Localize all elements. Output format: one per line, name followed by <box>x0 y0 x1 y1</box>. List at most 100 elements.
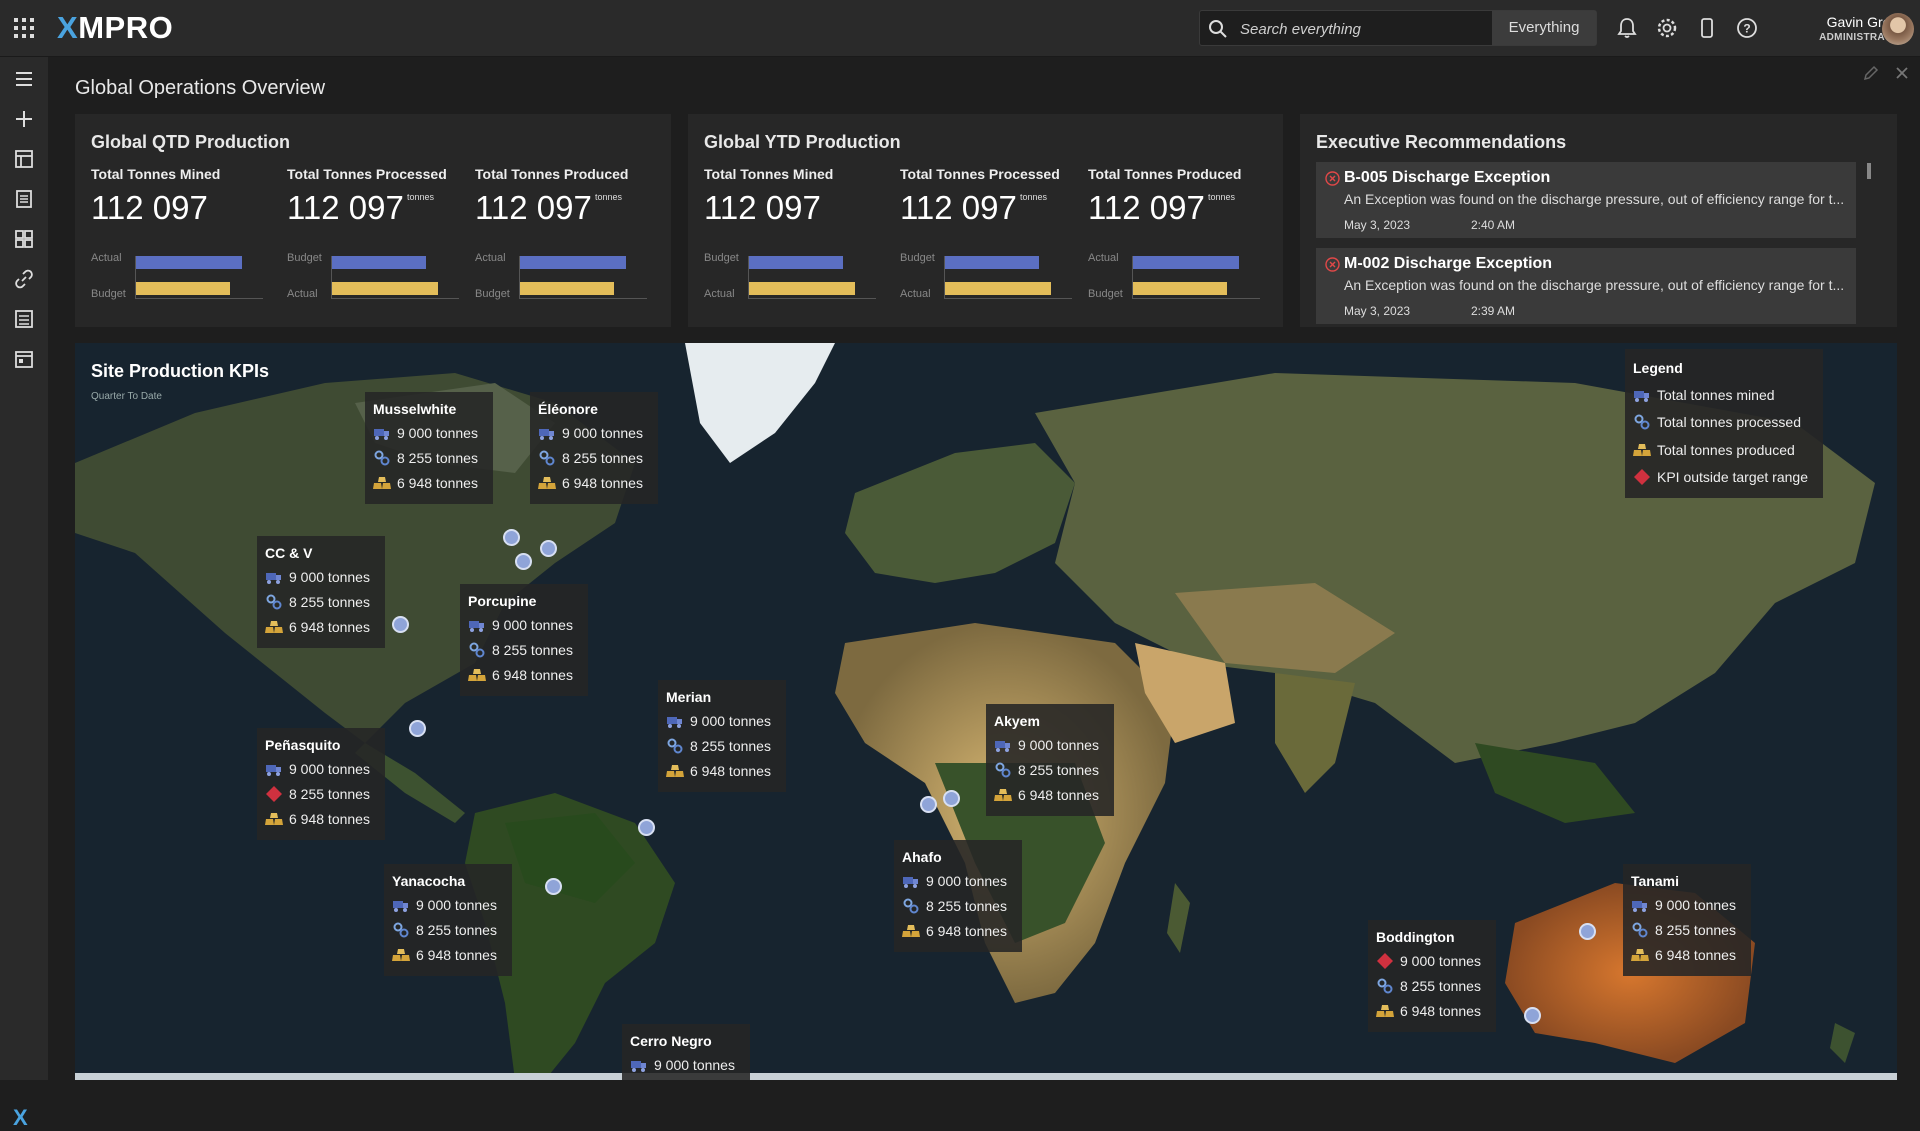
site-name: Yanacocha <box>392 873 466 889</box>
ytd-production-panel: Global YTD Production Total Tonnes Mined… <box>688 114 1283 327</box>
scrollbar-thumb[interactable] <box>1867 163 1871 179</box>
site-marker[interactable] <box>545 878 562 895</box>
site-card[interactable]: Merian 9 000 tonnes 8 255 tonnes 6 948 tonn… <box>658 680 786 792</box>
site-marker[interactable] <box>503 529 520 546</box>
site-card[interactable]: Tanami 9 000 tonnes 8 255 tonnes 6 948 tonn… <box>1623 864 1751 976</box>
executive-recommendations-panel: Executive Recommendations B-005 Discharg… <box>1300 114 1897 327</box>
avatar[interactable] <box>1882 13 1914 45</box>
gears-icon <box>995 762 1011 778</box>
gear-icon[interactable] <box>1656 17 1678 39</box>
site-name: Éléonore <box>538 401 598 417</box>
add-icon[interactable] <box>13 108 35 130</box>
bar-baseline <box>331 298 459 299</box>
kpi-bar-chart: Budget Actual <box>900 252 1072 304</box>
bar-label: Budget <box>287 252 322 264</box>
site-value: 8 255 tonnes <box>562 450 643 466</box>
search-scope-dropdown[interactable]: Everything <box>1492 11 1596 45</box>
gold-bars-icon <box>666 765 684 777</box>
site-marker[interactable] <box>1524 1007 1541 1024</box>
bell-icon[interactable] <box>1616 17 1638 39</box>
kpi-value: 112 097 <box>287 189 404 226</box>
bar-label: Actual <box>1088 252 1119 264</box>
site-marker[interactable] <box>392 616 409 633</box>
site-value: 9 000 tonnes <box>397 425 478 441</box>
app-grid-icon[interactable] <box>14 18 34 38</box>
recommendation-date: May 3, 2023 <box>1344 304 1411 318</box>
truck-icon <box>1634 391 1649 402</box>
recommendations-list[interactable]: B-005 Discharge Exception An Exception w… <box>1300 162 1897 325</box>
recommendation-description: An Exception was found on the discharge … <box>1344 191 1845 207</box>
site-card[interactable]: Boddington 9 000 tonnes 8 255 tonnes 6 948 … <box>1368 920 1496 1032</box>
site-card[interactable]: Porcupine 9 000 tonnes 8 255 tonnes 6 948 t… <box>460 584 588 696</box>
hamburger-menu-icon[interactable] <box>13 68 35 90</box>
site-value: 9 000 tonnes <box>1400 953 1481 969</box>
xmpro-x-logo[interactable]: X <box>13 1105 28 1131</box>
site-marker[interactable] <box>409 720 426 737</box>
search-input[interactable] <box>1240 19 1480 39</box>
gold-bars-icon <box>538 477 556 489</box>
site-marker[interactable] <box>515 553 532 570</box>
xmpro-logo[interactable]: XMPRO <box>57 10 173 46</box>
site-map[interactable]: Site Production KPIs Quarter To Date Mus… <box>75 343 1897 1080</box>
site-value: 8 255 tonnes <box>416 922 497 938</box>
site-name: Merian <box>666 689 712 705</box>
site-card[interactable]: Musselwhite 9 000 tonnes 8 255 tonnes 6 948… <box>365 392 493 504</box>
site-marker[interactable] <box>1579 923 1596 940</box>
site-name: Ahafo <box>902 849 942 865</box>
bar-budget <box>945 256 1039 269</box>
site-card[interactable]: Akyem 9 000 tonnes 8 255 tonnes 6 948 tonne… <box>986 704 1114 816</box>
bar-actual <box>1133 256 1239 269</box>
logo-wordmark: MPRO <box>78 10 174 45</box>
map-title: Site Production KPIs <box>91 361 270 381</box>
recommendation-item[interactable]: M-002 Discharge Exception An Exception w… <box>1316 248 1856 324</box>
gears-icon <box>903 898 919 914</box>
site-card[interactable]: Yanacocha 9 000 tonnes 8 255 tonnes 6 948 t… <box>384 864 512 976</box>
gears-icon <box>1377 978 1393 994</box>
site-marker[interactable] <box>638 819 655 836</box>
site-value: 8 255 tonnes <box>397 450 478 466</box>
calendar-icon[interactable] <box>13 348 35 370</box>
kpi-label: Total Tonnes Produced <box>475 166 629 182</box>
site-value: 6 948 tonnes <box>926 923 1007 939</box>
site-card[interactable]: Cerro Negro9 000 tonnes8 255 tonnes6 948… <box>622 1024 750 1080</box>
site-card[interactable]: Peñasquito 9 000 tonnes 8 255 tonnes 6 948 … <box>257 728 385 840</box>
gold-bars-icon <box>392 949 410 961</box>
site-marker[interactable] <box>920 796 937 813</box>
site-value: 6 948 tonnes <box>289 811 370 827</box>
mobile-device-icon[interactable] <box>1696 17 1718 39</box>
site-name: Porcupine <box>468 593 537 609</box>
help-icon[interactable]: ? <box>1736 17 1758 39</box>
bar-label: Actual <box>475 252 506 264</box>
link-icon[interactable] <box>13 268 35 290</box>
site-name: Akyem <box>994 713 1040 729</box>
gears-icon <box>1632 922 1648 938</box>
kpi-label: Total Tonnes Mined <box>91 166 221 182</box>
calculator-icon[interactable] <box>13 308 35 330</box>
gears-icon <box>266 594 282 610</box>
legend-label: KPI outside target range <box>1657 469 1808 485</box>
bar-baseline <box>135 298 263 299</box>
truck-icon <box>374 429 389 440</box>
svg-text:?: ? <box>1743 22 1750 36</box>
site-marker[interactable] <box>943 790 960 807</box>
bar-label: Budget <box>1088 288 1123 300</box>
edit-pencil-icon[interactable] <box>1862 64 1880 82</box>
kpi-tonnes-mined: Total Tonnes Mined 112 097 Budget Actual <box>704 114 894 314</box>
site-card[interactable]: Ahafo 9 000 tonnes 8 255 tonnes 6 948 tonne… <box>894 840 1022 952</box>
close-icon[interactable] <box>1893 64 1911 82</box>
recommendation-time: 2:39 AM <box>1471 304 1516 318</box>
apps-tiles-icon[interactable] <box>13 228 35 250</box>
dashboard-icon[interactable] <box>13 148 35 170</box>
site-value: 6 948 tonnes <box>690 763 771 779</box>
site-marker[interactable] <box>540 540 557 557</box>
site-card[interactable]: CC & V 9 000 tonnes 8 255 tonnes 6 948 tonn… <box>257 536 385 648</box>
document-list-icon[interactable] <box>13 188 35 210</box>
site-value: 8 255 tonnes <box>1400 978 1481 994</box>
gold-bars-icon <box>1631 949 1649 961</box>
bar-label: Budget <box>900 252 935 264</box>
site-value: 6 948 tonnes <box>492 667 573 683</box>
bar-label: Budget <box>704 252 739 264</box>
gold-bars-icon <box>373 477 391 489</box>
recommendation-item[interactable]: B-005 Discharge Exception An Exception w… <box>1316 162 1856 238</box>
site-card[interactable]: Éléonore 9 000 tonnes 8 255 tonnes 6 948 to… <box>530 392 658 504</box>
